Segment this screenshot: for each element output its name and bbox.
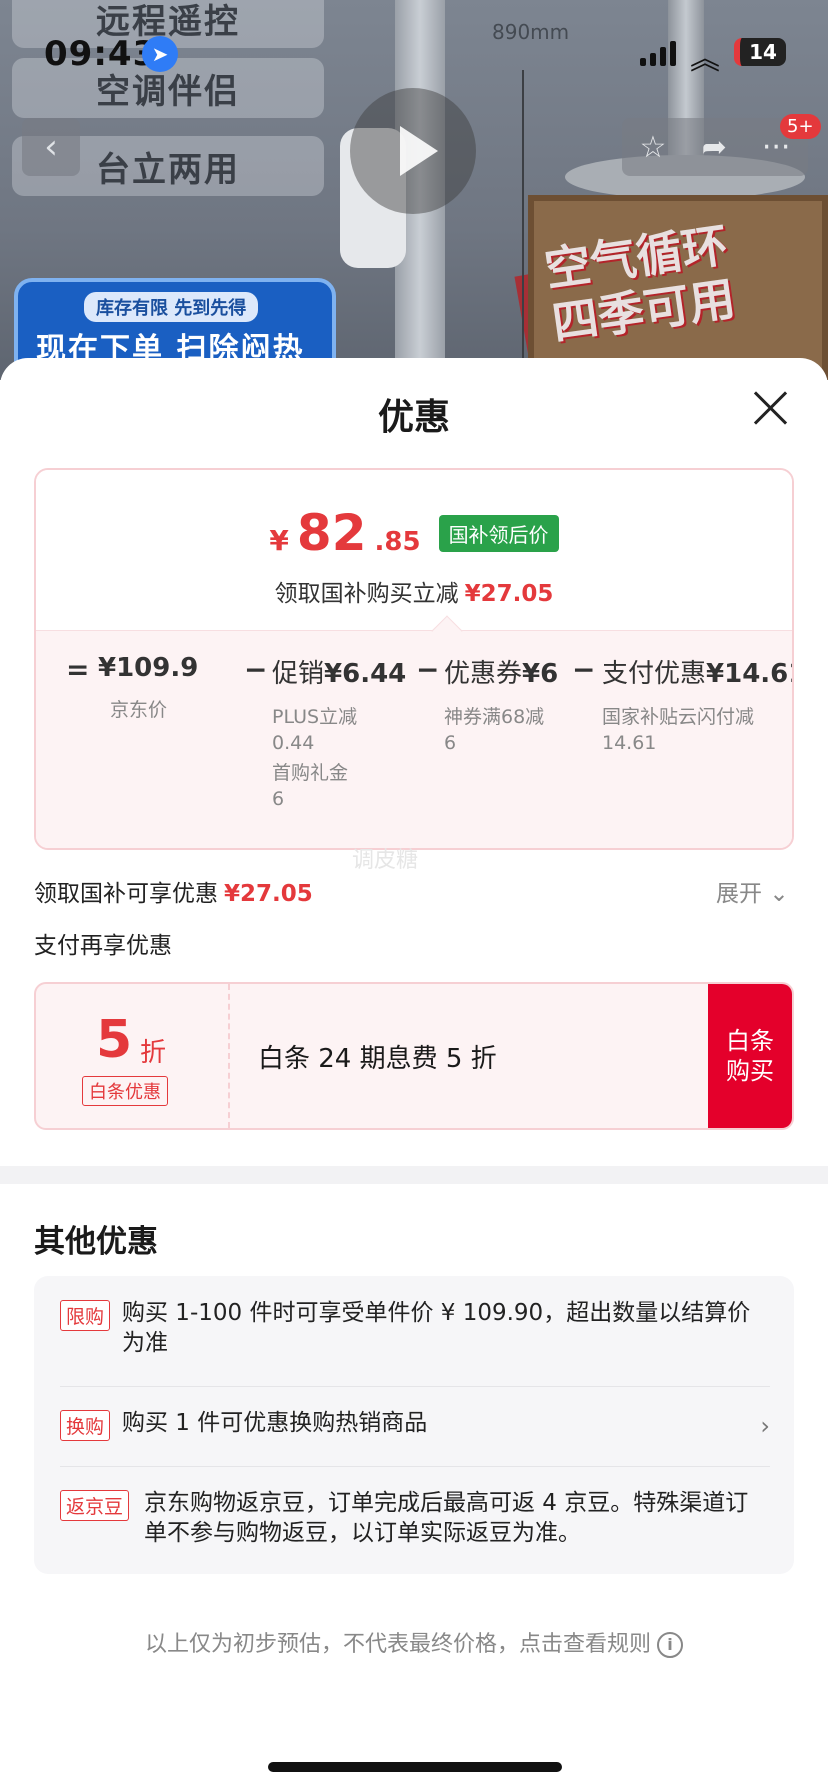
share-icon[interactable]: ➦ bbox=[702, 130, 727, 165]
baitiao-description: 白条 24 期息费 5 折 bbox=[258, 1044, 497, 1074]
amount: ¥109.9 bbox=[98, 653, 199, 683]
baitiao-discount: 5 折 白条优惠 bbox=[36, 984, 230, 1128]
section-divider bbox=[0, 1166, 828, 1184]
discount-sheet: 优惠 ¥82.85 国补领后价 领取国补购买立减 ¥27.05 = ¥109.9 … bbox=[0, 358, 828, 1792]
final-price: ¥82.85 国补领后价 bbox=[36, 504, 792, 562]
label: 促销 bbox=[272, 659, 325, 689]
close-icon[interactable] bbox=[750, 388, 790, 428]
minus-sign: − bbox=[244, 653, 268, 686]
minus-sign: − bbox=[416, 653, 440, 686]
offer-tag: 限购 bbox=[60, 1300, 111, 1331]
price-integer: 82 bbox=[296, 504, 367, 562]
pay-more-label: 支付再享优惠 bbox=[34, 933, 172, 959]
list-separator bbox=[60, 1386, 770, 1387]
other-offers-list: 限购 购买 1-100 件时可享受单件价 ¥ 109.90，超出数量以结算价为准… bbox=[34, 1276, 794, 1574]
price-summary: ¥82.85 国补领后价 领取国补购买立减 ¥27.05 bbox=[36, 470, 792, 630]
breakdown-item-coupon: 优惠券¥6 神券满68减 6 bbox=[444, 653, 558, 756]
dimension-line bbox=[522, 70, 524, 370]
breakdown-item-payment: 支付优惠¥14.61 国家补贴云闪付减 14.61 bbox=[602, 653, 792, 756]
breakdown-desc: 国家补贴云闪付减 14.61 bbox=[602, 706, 755, 754]
expand-label: 展开 bbox=[716, 881, 762, 907]
breakdown-desc: 神券满68减 6 bbox=[444, 706, 545, 754]
banner-tag: 库存有限 先到先得 bbox=[84, 292, 259, 322]
amount: ¥14.61 bbox=[706, 659, 792, 689]
cellular-signal-icon bbox=[640, 40, 676, 66]
watermark: 调皮糖 bbox=[352, 848, 419, 873]
wifi-icon: ︽ bbox=[690, 42, 720, 77]
sheet-title: 优惠 bbox=[377, 397, 450, 438]
baitiao-offer-card[interactable]: 5 折 白条优惠 白条 24 期息费 5 折 白条购买 bbox=[34, 982, 794, 1130]
breakdown-item-jd-price: ¥109.9 京东价 bbox=[98, 653, 198, 723]
offer-text: 购买 1-100 件时可享受单件价 ¥ 109.90，超出数量以结算价为准 bbox=[122, 1300, 751, 1356]
expand-button[interactable]: 展开 ⌄ bbox=[716, 874, 789, 908]
star-icon[interactable]: ☆ bbox=[640, 130, 667, 165]
equals-sign: = bbox=[66, 653, 90, 686]
national-subsidy-row: 领取国补可享优惠 ¥27.05 bbox=[34, 874, 313, 908]
chevron-right-icon: › bbox=[760, 1412, 770, 1440]
price-savings: 领取国补购买立减 ¥27.05 bbox=[36, 574, 792, 608]
offer-tag: 返京豆 bbox=[60, 1490, 130, 1521]
status-bar: 09:43 ➤ ︽ 14 bbox=[0, 0, 828, 104]
national-subsidy-label: 领取国补可享优惠 bbox=[34, 881, 218, 907]
offer-text: 购买 1 件可优惠换购热销商品 bbox=[122, 1410, 428, 1436]
play-video-button[interactable] bbox=[350, 88, 476, 214]
offer-trade-in[interactable]: 换购 购买 1 件可优惠换购热销商品 › bbox=[60, 1408, 770, 1441]
breakdown-desc: 首购礼金 6 bbox=[272, 762, 349, 810]
chevron-left-icon: ‹ bbox=[44, 127, 58, 167]
price-card: ¥82.85 国补领后价 领取国补购买立减 ¥27.05 = ¥109.9 京东价… bbox=[34, 468, 794, 850]
back-button[interactable]: ‹ bbox=[22, 118, 80, 176]
discount-unit: 折 bbox=[140, 1038, 167, 1068]
national-subsidy-amount: ¥27.05 bbox=[224, 881, 313, 907]
info-icon: i bbox=[657, 1632, 683, 1658]
location-icon: ➤ bbox=[142, 36, 178, 72]
offer-tag: 换购 bbox=[60, 1410, 111, 1441]
baitiao-chip: 白条优惠 bbox=[82, 1076, 168, 1106]
breakdown-item-promo: 促销¥6.44 PLUS立减 0.44 首购礼金 6 bbox=[272, 653, 406, 812]
savings-amount: ¥27.05 bbox=[464, 581, 554, 607]
battery-icon: 14 bbox=[734, 38, 786, 66]
chevron-down-icon: ⌄ bbox=[769, 881, 789, 907]
breakdown-desc: PLUS立减 0.44 bbox=[272, 706, 358, 754]
offer-text: 京东购物返京豆，订单完成后最高可返 4 京豆。特殊渠道订单不参与购物返豆，以订单… bbox=[144, 1490, 749, 1546]
price-breakdown: = ¥109.9 京东价 − 促销¥6.44 PLUS立减 0.44 首购礼金 … bbox=[36, 630, 792, 848]
other-offers-title: 其他优惠 bbox=[34, 1224, 158, 1260]
offer-jingdou: 返京豆 京东购物返京豆，订单完成后最高可返 4 京豆。特殊渠道订单不参与购物返豆… bbox=[60, 1488, 770, 1548]
minus-sign: − bbox=[572, 653, 596, 686]
rules-link[interactable]: 以上仅为初步预估，不代表最终价格，点击查看规则 i bbox=[0, 1626, 828, 1658]
home-indicator bbox=[268, 1762, 562, 1772]
offer-purchase-limit: 限购 购买 1-100 件时可享受单件价 ¥ 109.90，超出数量以结算价为准 bbox=[60, 1298, 770, 1358]
price-tag: 国补领后价 bbox=[438, 514, 559, 552]
label: 支付优惠 bbox=[602, 659, 707, 689]
message-badge: 5+ bbox=[780, 114, 821, 139]
status-time: 09:43 bbox=[44, 34, 158, 74]
label: 优惠券 bbox=[444, 659, 523, 689]
list-separator bbox=[60, 1466, 770, 1467]
breakdown-desc: 京东价 bbox=[110, 699, 168, 721]
amount: ¥6 bbox=[522, 659, 559, 689]
currency-symbol: ¥ bbox=[269, 524, 289, 557]
disclaimer-text: 以上仅为初步预估，不代表最终价格，点击查看规则 bbox=[144, 1632, 651, 1657]
price-decimal: .85 bbox=[374, 527, 421, 557]
baitiao-buy-button[interactable]: 白条购买 bbox=[708, 984, 792, 1128]
amount: ¥6.44 bbox=[324, 659, 407, 689]
savings-label: 领取国补购买立减 bbox=[274, 581, 459, 607]
discount-number: 5 bbox=[96, 1010, 133, 1070]
